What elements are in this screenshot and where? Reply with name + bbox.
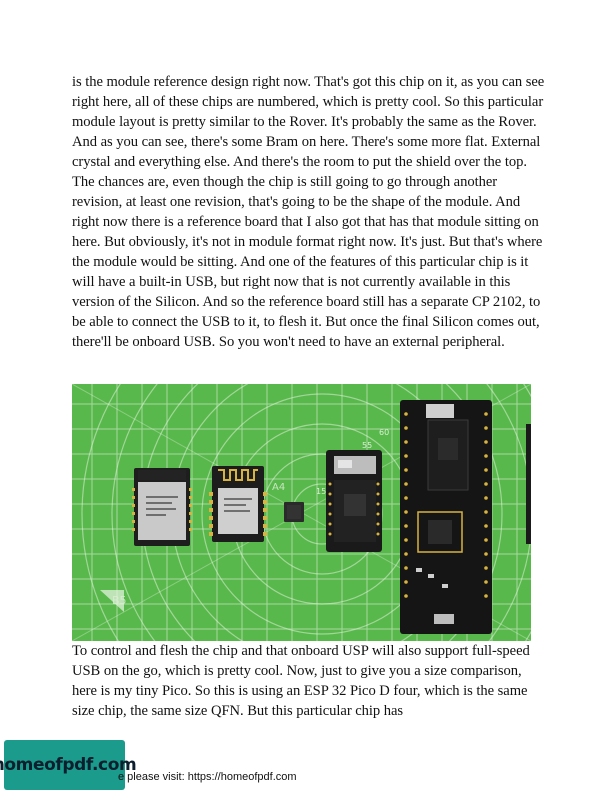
mat-label-60: 60	[379, 428, 389, 437]
partial-board-edge	[526, 424, 531, 544]
esp32-wroom-module	[132, 468, 192, 546]
body-paragraph-2: To control and flesh the chip and that o…	[72, 643, 530, 719]
mat-label-a4: A4	[272, 482, 285, 493]
mat-label-b5: B5	[112, 594, 127, 607]
document-page: is the module reference design right now…	[0, 0, 612, 792]
reference-module	[326, 450, 382, 552]
footer-link-text[interactable]: e please visit: https://homeofpdf.com	[118, 771, 297, 783]
body-paragraph-1: is the module reference design right now…	[72, 74, 545, 350]
mat-label-55: 55	[362, 441, 372, 450]
bare-qfn-chip	[284, 502, 304, 522]
logo-text: homeofpdf.com	[0, 755, 137, 775]
esp12-module	[209, 466, 267, 542]
esp32-modules-photo: B5 A4 60 55 50 15	[72, 384, 531, 641]
devkit-reference-board	[400, 400, 492, 634]
cutting-mat-image: B5 A4 60 55 50 15	[72, 384, 531, 641]
homeofpdf-logo[interactable]: homeofpdf.com	[0, 740, 137, 790]
mat-label-15: 15	[316, 487, 326, 496]
